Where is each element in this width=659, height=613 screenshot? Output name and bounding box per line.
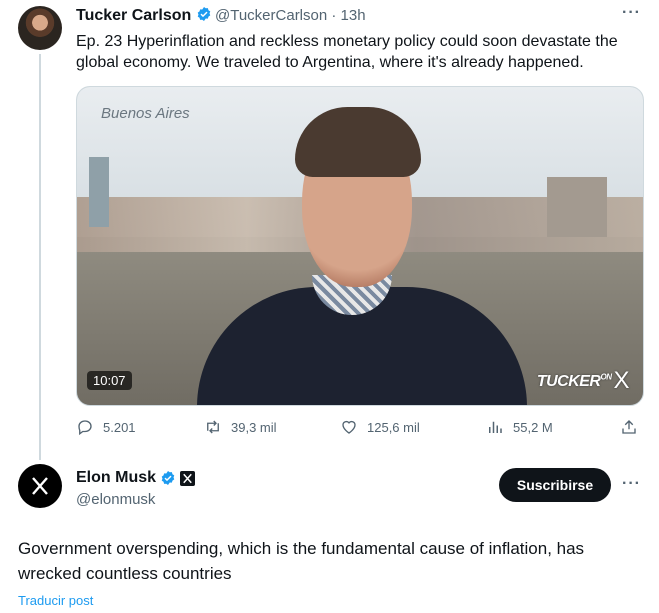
author-name[interactable]: Elon Musk: [76, 469, 196, 487]
reply-button[interactable]: 5.201: [76, 418, 136, 436]
translate-link[interactable]: Traducir post: [18, 593, 93, 608]
video-duration: 10:07: [87, 371, 132, 390]
repost-count: 39,3 mil: [231, 419, 277, 435]
subscribe-button[interactable]: Suscribirse: [499, 468, 611, 502]
more-options-icon[interactable]: ···: [622, 4, 641, 22]
views-button[interactable]: 55,2 M: [486, 418, 553, 436]
like-button[interactable]: 125,6 mil: [340, 418, 420, 436]
tweet-actions: 5.201 39,3 mil 125,6 mil 55,2 M: [76, 418, 642, 444]
post-text: Government overspending, which is the fu…: [18, 539, 585, 583]
verified-badge-icon: [161, 471, 175, 485]
video-tower: [89, 157, 109, 227]
thread-line: [39, 54, 41, 460]
reply-icon: [78, 420, 92, 436]
x-logo-icon: [32, 477, 48, 495]
tweet-text: Ep. 23 Hyperinflation and reckless monet…: [76, 33, 618, 71]
verified-badge-icon: [197, 7, 211, 21]
heart-icon: [342, 420, 356, 434]
avatar[interactable]: [18, 464, 62, 508]
show-logo: TUCKERONX: [536, 367, 630, 395]
share-icon: [622, 420, 636, 434]
repost-button[interactable]: 39,3 mil: [204, 418, 277, 436]
more-options-icon[interactable]: ···: [622, 475, 641, 493]
author-handle[interactable]: @TuckerCarlson · 13h: [215, 7, 366, 24]
repost-icon: [207, 420, 219, 434]
author-name-text: Tucker Carlson: [76, 7, 192, 24]
show-logo-x: X: [613, 367, 629, 394]
author-handle[interactable]: @elonmusk: [76, 491, 155, 508]
share-button[interactable]: [620, 418, 638, 436]
views-count: 55,2 M: [513, 419, 553, 435]
video-building: [547, 177, 607, 237]
show-logo-text: TUCKER: [536, 373, 601, 390]
author-name[interactable]: Tucker Carlson: [76, 6, 212, 25]
like-count: 125,6 mil: [367, 419, 420, 435]
video-player[interactable]: Buenos Aires 10:07 TUCKERONX: [76, 86, 644, 406]
location-label: Buenos Aires: [101, 105, 190, 122]
views-icon: [489, 421, 502, 433]
x-affiliate-badge-icon: [180, 470, 196, 486]
author-name-text: Elon Musk: [76, 469, 157, 486]
show-logo-on: ON: [600, 372, 612, 382]
avatar[interactable]: [18, 6, 62, 50]
reply-count: 5.201: [103, 419, 136, 435]
